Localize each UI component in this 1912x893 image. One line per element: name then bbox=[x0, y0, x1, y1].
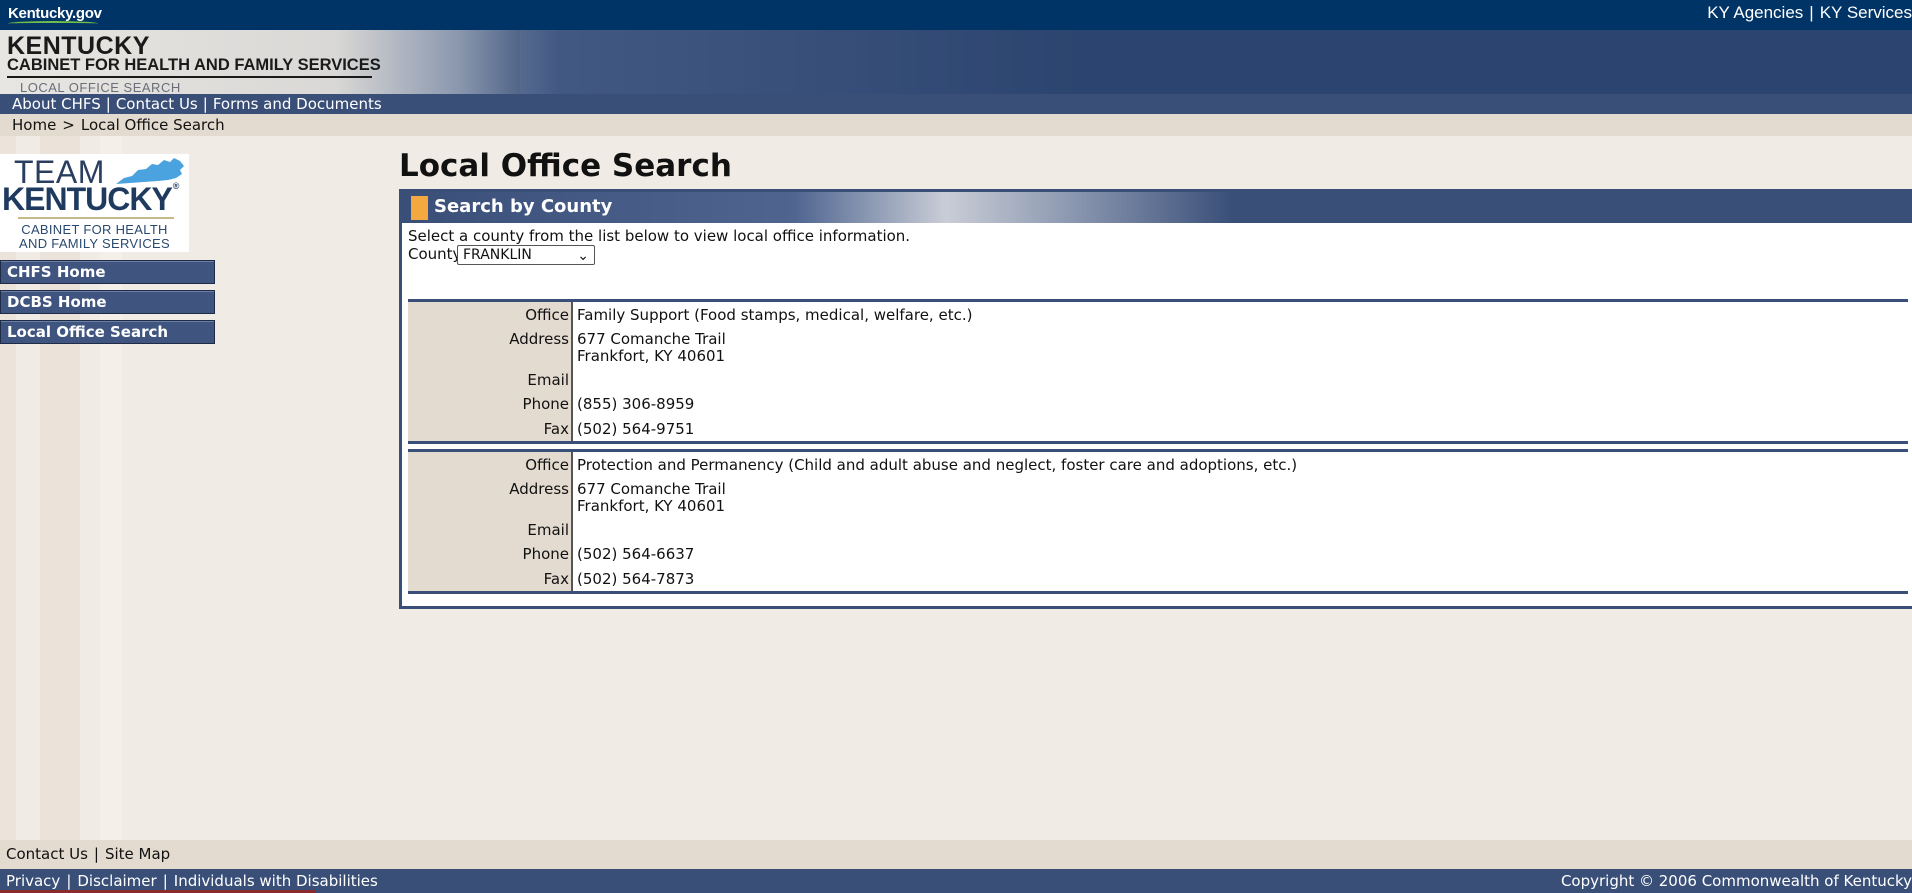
banner-section: LOCAL OFFICE SEARCH bbox=[20, 80, 181, 95]
county-row: County FRANKLIN ⌄ bbox=[408, 245, 1908, 265]
panel-title: Search by County bbox=[434, 196, 613, 217]
sidebar-item-local-office-search[interactable]: Local Office Search bbox=[0, 320, 215, 344]
kentucky-gov-logo[interactable]: Kentucky.gov bbox=[8, 5, 102, 22]
office-name: Protection and Permanency (Child and adu… bbox=[577, 456, 1298, 474]
kentucky-gov-swoosh-icon bbox=[8, 21, 98, 26]
footer-individuals-with-disabilities[interactable]: Individuals with Disabilities bbox=[174, 872, 378, 890]
email-label: Email bbox=[527, 521, 569, 539]
team-kentucky-logo[interactable]: TEAM KENTUCKY® CABINET FOR HEALTH AND FA… bbox=[0, 154, 189, 252]
address-label: Address bbox=[509, 480, 569, 498]
fax-value: (502) 564-7873 bbox=[577, 570, 695, 588]
address-line1: 677 Comanche Trail bbox=[577, 480, 726, 498]
breadcrumb-home[interactable]: Home bbox=[12, 116, 56, 134]
logo-cabinet-line2: AND FAMILY SERVICES bbox=[19, 236, 170, 251]
logo-registered-mark: ® bbox=[172, 181, 180, 191]
phone-value: (502) 564-6637 bbox=[577, 545, 695, 563]
office-record: Office Family Support (Food stamps, medi… bbox=[408, 299, 1908, 444]
footer-disclaimer[interactable]: Disclaimer bbox=[77, 872, 156, 890]
address-line1: 677 Comanche Trail bbox=[577, 330, 726, 348]
footer-contact-us[interactable]: Contact Us bbox=[6, 845, 88, 863]
banner-glow bbox=[520, 30, 1912, 94]
panel-accent bbox=[411, 196, 428, 220]
logo-cabinet-line1: CABINET FOR HEALTH bbox=[21, 222, 168, 237]
address-line2: Frankfort, KY 40601 bbox=[577, 497, 726, 515]
phone-label: Phone bbox=[522, 545, 569, 563]
footer-separator: | bbox=[162, 872, 168, 890]
address-line2: Frankfort, KY 40601 bbox=[577, 347, 726, 365]
breadcrumb-current: Local Office Search bbox=[80, 116, 225, 134]
office-label: Office bbox=[525, 306, 569, 324]
page-title: Local Office Search bbox=[399, 148, 732, 184]
phone-value: (855) 306-8959 bbox=[577, 395, 695, 413]
search-panel: Search by County Select a county from th… bbox=[399, 189, 1912, 609]
office-record: Office Protection and Permanency (Child … bbox=[408, 449, 1908, 594]
footer-separator: | bbox=[93, 845, 99, 863]
nav-contact-us[interactable]: Contact Us bbox=[116, 95, 198, 113]
sidebar-item-dcbs-home[interactable]: DCBS Home bbox=[0, 290, 215, 314]
office-name: Family Support (Food stamps, medical, we… bbox=[577, 306, 973, 324]
nav-separator: | bbox=[202, 95, 208, 113]
nav-separator: | bbox=[105, 95, 111, 113]
breadcrumb-separator: > bbox=[62, 116, 75, 134]
email-label: Email bbox=[527, 371, 569, 389]
logo-kentucky-word: KENTUCKY bbox=[2, 181, 173, 217]
top-links: KY Agencies | KY Services bbox=[1707, 3, 1912, 23]
breadcrumb: Home > Local Office Search bbox=[0, 114, 1912, 136]
chevron-down-icon: ⌄ bbox=[577, 248, 589, 264]
county-selected-value: FRANKLIN bbox=[463, 247, 532, 263]
footer-separator: | bbox=[66, 872, 72, 890]
top-bar: Kentucky.gov KY Agencies | KY Services bbox=[0, 0, 1912, 30]
county-label: County bbox=[408, 245, 462, 263]
panel-body: Select a county from the list below to v… bbox=[408, 227, 1908, 265]
fax-label: Fax bbox=[543, 420, 569, 438]
logo-kentucky-text: KENTUCKY® bbox=[2, 181, 180, 218]
top-links-separator: | bbox=[1809, 3, 1814, 22]
fax-value: (502) 564-9751 bbox=[577, 420, 695, 438]
phone-label: Phone bbox=[522, 395, 569, 413]
nav-forms-and-documents[interactable]: Forms and Documents bbox=[213, 95, 382, 113]
footer-links: Contact Us | Site Map bbox=[0, 840, 1912, 869]
banner-rule bbox=[7, 76, 372, 78]
panel-header: Search by County bbox=[402, 192, 1912, 223]
footer-privacy[interactable]: Privacy bbox=[6, 872, 60, 890]
office-label: Office bbox=[525, 456, 569, 474]
county-select[interactable]: FRANKLIN ⌄ bbox=[457, 245, 595, 265]
main-nav: About CHFS | Contact Us | Forms and Document… bbox=[0, 94, 1912, 114]
nav-about-chfs[interactable]: About CHFS bbox=[12, 95, 101, 113]
sidebar-item-chfs-home[interactable]: CHFS Home bbox=[0, 260, 215, 284]
copyright: Copyright © 2006 Commonwealth of Kentuck… bbox=[1560, 872, 1912, 890]
footer-site-map[interactable]: Site Map bbox=[105, 845, 170, 863]
logo-rule bbox=[18, 217, 174, 219]
intro-text: Select a county from the list below to v… bbox=[408, 227, 911, 245]
ky-services-link[interactable]: KY Services bbox=[1820, 3, 1912, 22]
footer-bar: Privacy | Disclaimer | Individuals with Disa… bbox=[0, 869, 1912, 893]
fax-label: Fax bbox=[543, 570, 569, 588]
banner-subtitle[interactable]: CABINET FOR HEALTH AND FAMILY SERVICES bbox=[7, 56, 381, 75]
ky-agencies-link[interactable]: KY Agencies bbox=[1707, 3, 1803, 22]
address-label: Address bbox=[509, 330, 569, 348]
